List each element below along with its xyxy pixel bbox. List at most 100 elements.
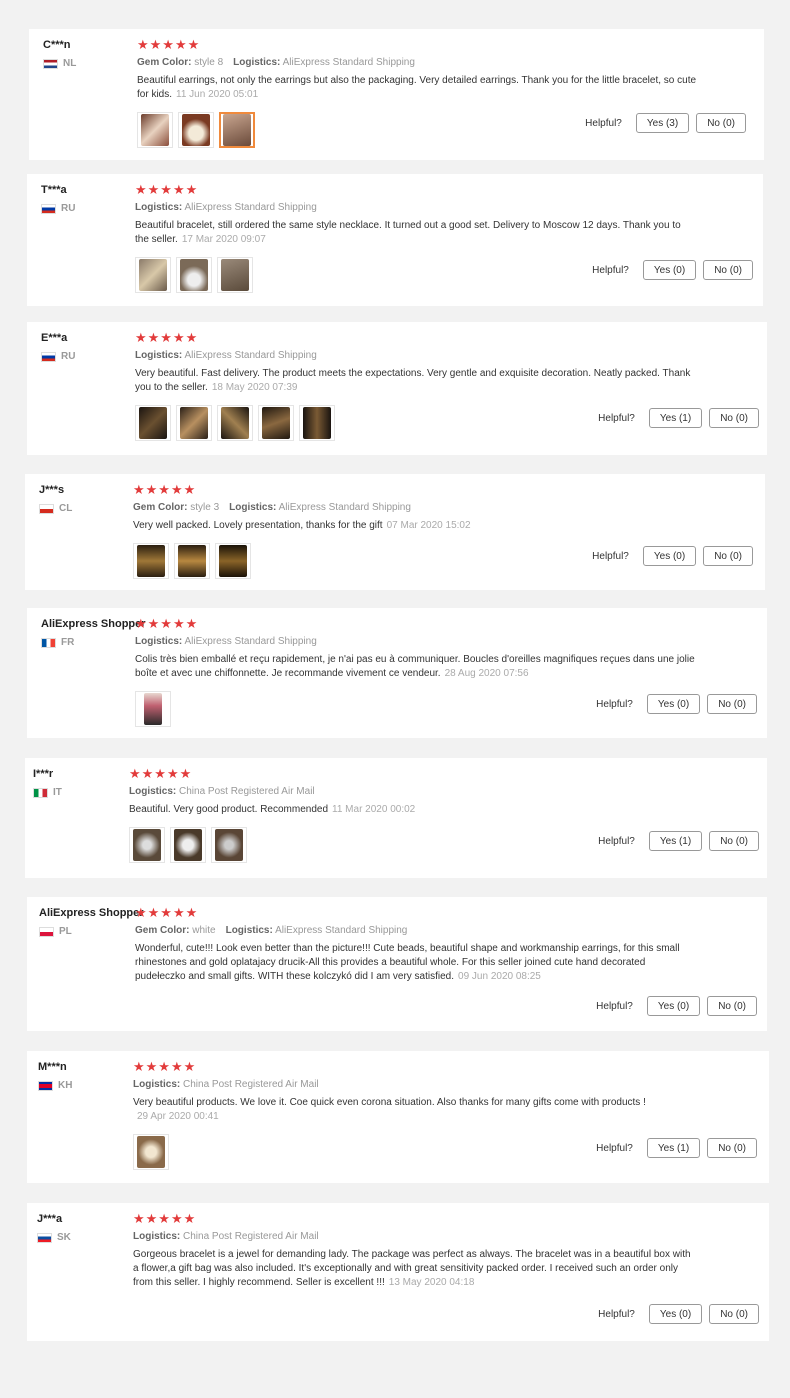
helpful-vote: Helpful? Yes (0) No (0) — [598, 1304, 759, 1324]
star-rating: ★★★★★ — [135, 616, 199, 631]
helpful-no-button[interactable]: No (0) — [707, 1138, 757, 1158]
review-card: AliExpress Shopper PL ★★★★★ Gem Color: w… — [27, 897, 767, 1031]
star-rating: ★★★★★ — [129, 766, 193, 781]
review-text: Colis très bien emballé et reçu rapideme… — [135, 654, 695, 679]
flag-ru-icon — [41, 351, 56, 362]
reviewer-name: J***a — [37, 1213, 63, 1225]
flag-ru-icon — [41, 203, 56, 214]
helpful-yes-button[interactable]: Yes (1) — [646, 1138, 701, 1158]
review-card: M***n KH ★★★★★ Logistics: China Post Reg… — [27, 1051, 769, 1183]
review-date: 13 May 2020 04:18 — [388, 1277, 475, 1288]
review-photo[interactable] — [129, 827, 165, 863]
review-meta: Gem Color: style 3 Logistics: AliExpress … — [133, 502, 411, 513]
review-meta: Gem Color: white Logistics: AliExpress St… — [135, 925, 408, 936]
reviewer-country: PL — [39, 926, 72, 937]
review-meta: Logistics: China Post Registered Air Mai… — [133, 1079, 319, 1090]
review-photo[interactable] — [258, 405, 294, 441]
helpful-vote: Helpful? Yes (1) No (0) — [598, 831, 759, 851]
star-rating: ★★★★★ — [135, 330, 199, 345]
review-card: J***s CL ★★★★★ Gem Color: style 3 Logisti… — [25, 474, 765, 590]
review-photo[interactable] — [217, 257, 253, 293]
review-meta: Logistics: AliExpress Standard Shipping — [135, 202, 317, 213]
flag-kh-icon — [38, 1080, 53, 1091]
helpful-yes-button[interactable]: Yes (0) — [646, 694, 701, 714]
helpful-no-button[interactable]: No (0) — [703, 546, 753, 566]
review-photo[interactable] — [133, 1134, 169, 1170]
review-photo-selected[interactable] — [219, 112, 255, 148]
helpful-yes-button[interactable]: Yes (0) — [642, 546, 697, 566]
review-meta: Logistics: AliExpress Standard Shipping — [135, 350, 317, 361]
helpful-label: Helpful? — [592, 550, 629, 562]
reviewer-name: M***n — [38, 1061, 67, 1073]
helpful-vote: Helpful? Yes (0) No (0) — [592, 546, 753, 566]
review-photo[interactable] — [135, 405, 171, 441]
star-rating: ★★★★★ — [133, 482, 197, 497]
helpful-yes-button[interactable]: Yes (1) — [648, 408, 703, 428]
review-text: Very beautiful products. We love it. Coe… — [133, 1097, 646, 1122]
helpful-label: Helpful? — [598, 1308, 635, 1320]
review-photo[interactable] — [174, 543, 210, 579]
helpful-vote: Helpful? Yes (1) No (0) — [596, 1138, 757, 1158]
review-text: Wonderful, cute!!! Look even better than… — [135, 943, 680, 982]
helpful-label: Helpful? — [585, 117, 622, 129]
flag-fr-icon — [41, 637, 56, 648]
review-photo[interactable] — [176, 257, 212, 293]
review-photo[interactable] — [135, 691, 171, 727]
review-date: 28 Aug 2020 07:56 — [444, 668, 529, 679]
helpful-vote: Helpful? Yes (0) No (0) — [592, 260, 753, 280]
review-photo[interactable] — [178, 112, 214, 148]
reviewer-country: KH — [38, 1080, 72, 1091]
reviewer-name: AliExpress Shopper — [39, 907, 144, 919]
helpful-no-button[interactable]: No (0) — [709, 831, 759, 851]
reviewer-country: CL — [39, 503, 72, 514]
review-photo[interactable] — [133, 543, 169, 579]
helpful-yes-button[interactable]: Yes (1) — [648, 831, 703, 851]
reviewer-name: T***a — [41, 184, 67, 196]
review-text: Gorgeous bracelet is a jewel for demandi… — [133, 1249, 691, 1288]
helpful-yes-button[interactable]: Yes (3) — [635, 113, 690, 133]
review-photo[interactable] — [211, 827, 247, 863]
flag-nl-icon — [43, 58, 58, 69]
flag-cl-icon — [39, 503, 54, 514]
review-card: C***n NL ★★★★★ Gem Color: style 8 Logisti… — [29, 29, 764, 160]
review-card: I***r IT ★★★★★ Logistics: China Post Reg… — [25, 758, 767, 878]
reviewer-country: SK — [37, 1232, 71, 1243]
star-rating: ★★★★★ — [137, 37, 201, 52]
helpful-vote: Helpful? Yes (1) No (0) — [598, 408, 759, 428]
review-date: 18 May 2020 07:39 — [211, 382, 298, 393]
review-card: T***a RU ★★★★★ Logistics: AliExpress Sta… — [27, 174, 763, 306]
review-photo[interactable] — [170, 827, 206, 863]
helpful-label: Helpful? — [596, 1142, 633, 1154]
review-photo[interactable] — [299, 405, 335, 441]
review-meta: Logistics: China Post Registered Air Mai… — [133, 1231, 319, 1242]
review-date: 09 Jun 2020 08:25 — [458, 971, 541, 982]
review-text: Beautiful bracelet, still ordered the sa… — [135, 220, 681, 245]
review-card: AliExpress Shopper FR ★★★★★ Logistics: A… — [27, 608, 767, 738]
review-photo[interactable] — [176, 405, 212, 441]
reviewer-country: FR — [41, 637, 74, 648]
star-rating: ★★★★★ — [133, 1211, 197, 1226]
helpful-vote: Helpful? Yes (0) No (0) — [596, 694, 757, 714]
helpful-no-button[interactable]: No (0) — [707, 694, 757, 714]
review-date: 17 Mar 2020 09:07 — [181, 234, 266, 245]
helpful-label: Helpful? — [596, 698, 633, 710]
helpful-no-button[interactable]: No (0) — [696, 113, 746, 133]
helpful-yes-button[interactable]: Yes (0) — [642, 260, 697, 280]
review-photo[interactable] — [215, 543, 251, 579]
flag-pl-icon — [39, 926, 54, 937]
helpful-yes-button[interactable]: Yes (0) — [648, 1304, 703, 1324]
review-photo[interactable] — [217, 405, 253, 441]
helpful-no-button[interactable]: No (0) — [707, 996, 757, 1016]
review-photo[interactable] — [135, 257, 171, 293]
reviewer-country: RU — [41, 351, 75, 362]
review-photo[interactable] — [137, 112, 173, 148]
reviewer-name: AliExpress Shopper — [41, 618, 146, 630]
helpful-no-button[interactable]: No (0) — [709, 1304, 759, 1324]
helpful-no-button[interactable]: No (0) — [703, 260, 753, 280]
review-meta: Gem Color: style 8 Logistics: AliExpress … — [137, 57, 415, 68]
review-meta: Logistics: AliExpress Standard Shipping — [135, 636, 317, 647]
helpful-no-button[interactable]: No (0) — [709, 408, 759, 428]
review-text: Very well packed. Lovely presentation, t… — [133, 520, 471, 531]
review-meta: Logistics: China Post Registered Air Mai… — [129, 786, 315, 797]
helpful-yes-button[interactable]: Yes (0) — [646, 996, 701, 1016]
